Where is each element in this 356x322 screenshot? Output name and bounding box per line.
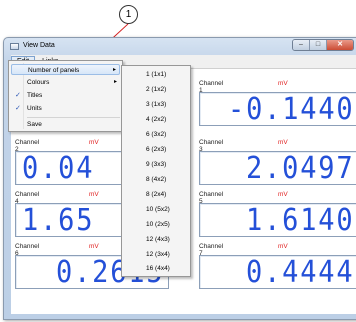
menu-item-label: Save [27, 121, 42, 128]
panels-option[interactable]: 6 (2x3) [122, 144, 190, 156]
edit-menu: Number of panels ▸ Colours ▸ ✓ Titles ✓ … [8, 60, 123, 132]
unit-label: mV [278, 80, 288, 87]
unit-label: mV [89, 243, 99, 250]
panels-option[interactable]: 16 (4x4) [122, 263, 190, 275]
panels-option[interactable]: 12 (3x4) [122, 249, 190, 261]
unit-label: mV [278, 191, 288, 198]
panels-option[interactable]: 6 (3x2) [122, 129, 190, 141]
app-icon [10, 43, 19, 50]
channel-value: 0.4444 [245, 255, 354, 289]
panels-option[interactable]: 12 (4x3) [122, 234, 190, 246]
menu-item-save[interactable]: Save [11, 119, 120, 130]
title-bar[interactable]: View Data – □ ✕ [4, 38, 356, 55]
channel-value: 2.0497 [245, 151, 354, 185]
panels-option[interactable]: 8 (4x2) [122, 174, 190, 186]
value-display: 2.0497 [199, 151, 356, 185]
unit-label: mV [278, 139, 288, 146]
minimize-button[interactable]: – [293, 40, 310, 50]
submenu-arrow-icon: ▸ [113, 79, 117, 85]
check-icon: ✓ [15, 92, 21, 99]
menu-item-number-of-panels[interactable]: Number of panels ▸ [11, 64, 120, 75]
panels-option[interactable]: 2 (1x2) [122, 84, 190, 96]
panels-option[interactable]: 9 (3x3) [122, 159, 190, 171]
menu-item-titles[interactable]: ✓ Titles [11, 90, 120, 101]
channel-value: 1.65 [21, 203, 94, 237]
unit-label: mV [278, 243, 288, 250]
window-title: View Data [23, 42, 55, 49]
menu-item-label: Number of panels [28, 67, 80, 74]
channel-value: 0.04 [21, 151, 94, 185]
channel-value: 1.6140 [245, 203, 354, 237]
menu-item-units[interactable]: ✓ Units [11, 103, 120, 114]
submenu-arrow-icon: ▸ [112, 67, 116, 73]
close-button[interactable]: ✕ [327, 40, 353, 50]
channel-value: -0.1440 [227, 92, 354, 126]
panels-option[interactable]: 3 (1x3) [122, 99, 190, 111]
panels-option[interactable]: 1 (1x1) [122, 69, 190, 81]
number-of-panels-submenu: 1 (1x1) 2 (1x2) 3 (1x3) 4 (2x2) 6 (3x2) … [121, 65, 191, 277]
panels-option[interactable]: 4 (2x2) [122, 114, 190, 126]
unit-label: mV [89, 191, 99, 198]
value-display: 0.4444 [199, 255, 356, 289]
maximize-button[interactable]: □ [310, 40, 327, 50]
panels-option[interactable]: 10 (5x2) [122, 204, 190, 216]
callout-number: 1 [125, 9, 132, 20]
panels-option[interactable]: 10 (2x5) [122, 219, 190, 231]
unit-label: mV [89, 139, 99, 146]
value-display: -0.1440 [199, 92, 356, 126]
value-display: 1.6140 [199, 203, 356, 237]
check-icon: ✓ [15, 105, 21, 112]
menu-separator [27, 117, 120, 118]
panels-option[interactable]: 8 (2x4) [122, 189, 190, 201]
callout-marker: 1 [119, 5, 138, 24]
window-controls: – □ ✕ [292, 39, 354, 51]
menu-item-label: Titles [27, 92, 43, 99]
menu-item-label: Colours [27, 79, 50, 86]
menu-item-label: Units [27, 105, 42, 112]
menu-item-colours[interactable]: Colours ▸ [11, 77, 120, 88]
